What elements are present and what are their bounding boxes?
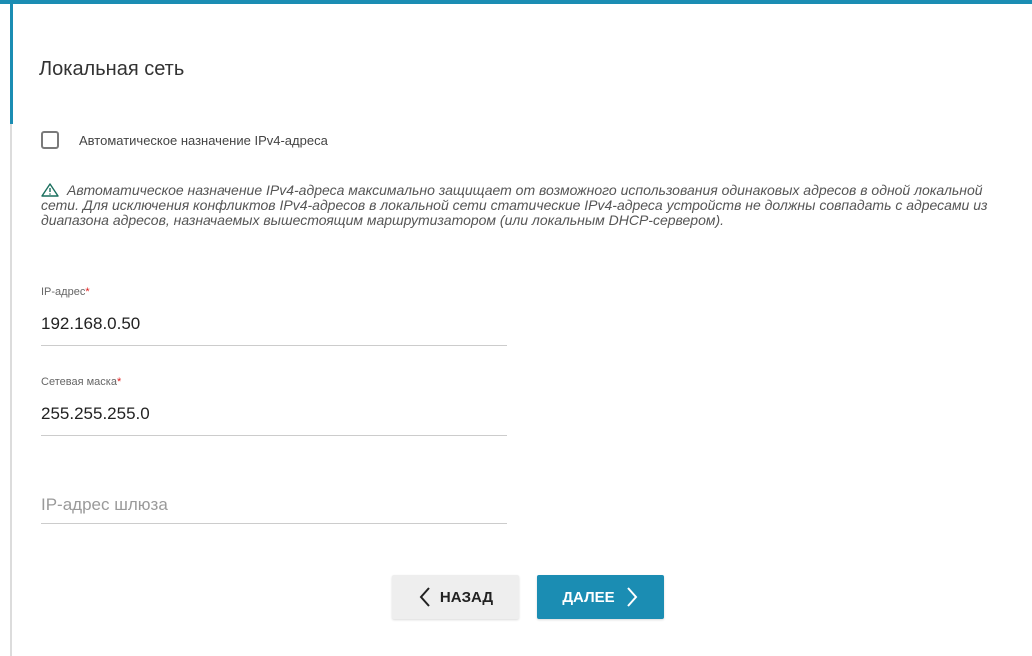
subnet-mask-field: Сетевая маска* <box>41 376 507 436</box>
auto-ipv4-checkbox[interactable] <box>41 131 59 149</box>
gateway-field <box>41 489 507 524</box>
auto-ipv4-label: Автоматическое назначение IPv4-адреса <box>79 132 328 148</box>
next-button-label: ДАЛЕЕ <box>562 588 615 606</box>
subnet-mask-input[interactable] <box>41 404 507 424</box>
required-mark: * <box>116 376 122 388</box>
warning-triangle-icon <box>41 183 59 197</box>
ip-address-label: IP-адрес* <box>41 286 90 298</box>
gateway-input[interactable] <box>41 495 507 515</box>
chevron-right-icon <box>626 587 637 607</box>
page-title: Локальная сеть <box>39 58 185 80</box>
left-sidebar-edge <box>0 4 10 656</box>
ip-address-input[interactable] <box>41 314 507 334</box>
auto-ipv4-option[interactable]: Автоматическое назначение IPv4-адреса <box>41 131 328 149</box>
required-mark: * <box>85 286 90 298</box>
back-button-label: НАЗАД <box>439 588 494 606</box>
back-button[interactable]: НАЗАД <box>392 575 519 619</box>
warning-text: Автоматическое назначение IPv4-адреса ма… <box>41 182 988 228</box>
chevron-left-icon <box>419 587 430 607</box>
warning-note: Автоматическое назначение IPv4-адреса ма… <box>41 183 1001 228</box>
ip-address-field: IP-адрес* <box>41 286 507 346</box>
app-frame: Локальная сеть Автоматическое назначение… <box>0 0 1032 656</box>
next-button[interactable]: ДАЛЕЕ <box>537 575 664 619</box>
wizard-panel: Локальная сеть Автоматическое назначение… <box>13 4 1032 656</box>
subnet-mask-label: Сетевая маска* <box>41 376 122 388</box>
